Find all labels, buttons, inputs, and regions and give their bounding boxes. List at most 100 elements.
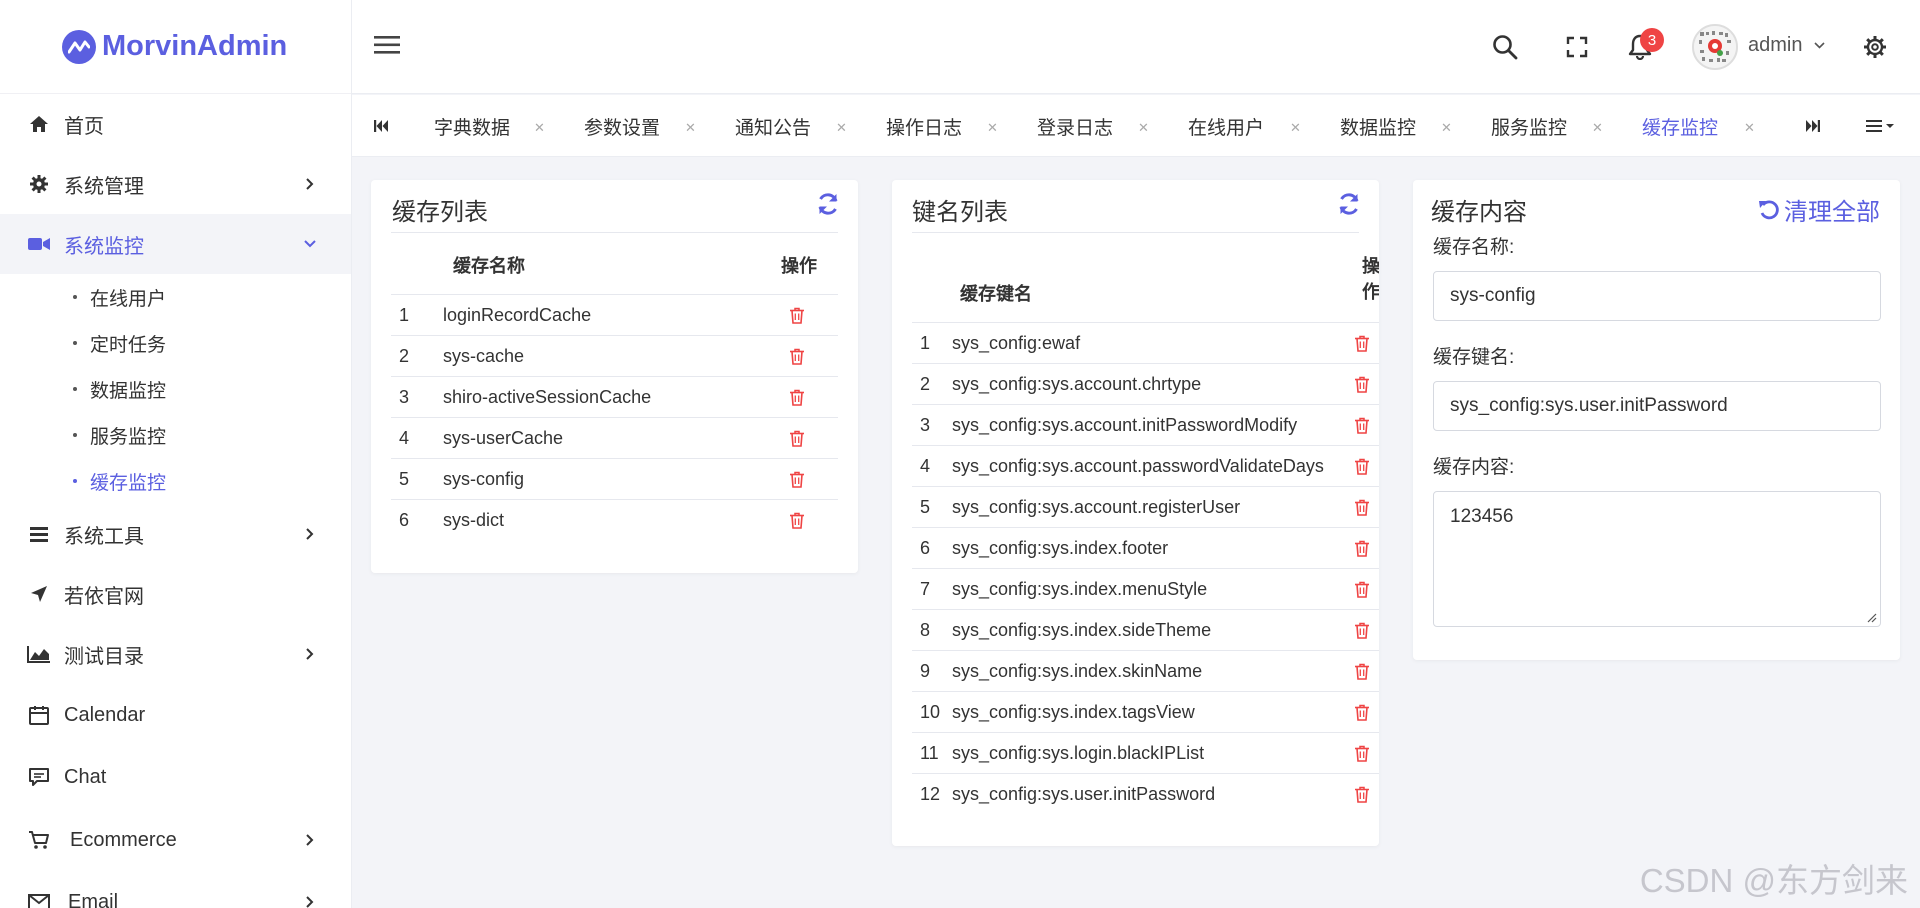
sidebar-item-ruoyi-website[interactable]: 若依官网: [0, 564, 351, 624]
delete-icon[interactable]: [1354, 335, 1370, 352]
tab-close-icon[interactable]: ✕: [534, 120, 545, 136]
tab-close-icon[interactable]: ✕: [1290, 120, 1301, 136]
tab-operation-log[interactable]: 操作日志: [886, 113, 962, 140]
delete-icon[interactable]: [1354, 745, 1370, 762]
sidebar-subitem-cache-monitor[interactable]: 缓存监控: [0, 458, 351, 504]
delete-icon[interactable]: [1354, 499, 1370, 516]
row-index: 7: [920, 578, 931, 599]
sidebar-item-home[interactable]: 首页: [0, 94, 351, 154]
table-row[interactable]: 7 sys_config:sys.index.menuStyle: [912, 568, 1379, 609]
refresh-icon[interactable]: [816, 192, 842, 218]
tab-close-icon[interactable]: ✕: [1441, 120, 1452, 136]
sidebar-item-system-management[interactable]: 系统管理: [0, 154, 351, 214]
clear-all-button[interactable]: 清理全部: [1758, 192, 1880, 227]
sidebar-item-email[interactable]: Email: [0, 872, 351, 908]
delete-icon[interactable]: [789, 389, 805, 406]
send-icon: [26, 581, 52, 607]
tab-close-icon[interactable]: ✕: [685, 120, 696, 136]
cart-icon: [26, 827, 52, 853]
delete-icon[interactable]: [1354, 376, 1370, 393]
tab-dict-data[interactable]: 字典数据: [434, 113, 510, 140]
table-row[interactable]: 1 loginRecordCache: [391, 294, 838, 335]
table-row[interactable]: 1 sys_config:ewaf: [912, 322, 1379, 363]
table-row[interactable]: 5 sys_config:sys.account.registerUser: [912, 486, 1379, 527]
delete-icon[interactable]: [789, 307, 805, 324]
key-name: sys_config:sys.index.skinName: [952, 660, 1203, 681]
tab-close-icon[interactable]: ✕: [1138, 120, 1149, 136]
tab-notices[interactable]: 通知公告: [735, 113, 811, 140]
tabs-menu-icon[interactable]: [1866, 119, 1898, 138]
table-row[interactable]: 8 sys_config:sys.index.sideTheme: [912, 609, 1379, 650]
delete-icon[interactable]: [1354, 540, 1370, 557]
tabs-scroll-first-icon[interactable]: [374, 119, 388, 137]
tab-close-icon[interactable]: ✕: [1744, 120, 1755, 136]
delete-icon[interactable]: [789, 430, 805, 447]
delete-icon[interactable]: [789, 471, 805, 488]
sidebar-item-chat[interactable]: Chat: [0, 746, 351, 808]
delete-icon[interactable]: [789, 512, 805, 529]
chevron-down-icon: [303, 237, 317, 251]
username[interactable]: admin: [1748, 34, 1825, 57]
table-row[interactable]: 4 sys-userCache: [391, 417, 838, 458]
tab-data-monitor[interactable]: 数据监控: [1340, 113, 1416, 140]
table-row[interactable]: 6 sys_config:sys.index.footer: [912, 527, 1379, 568]
avatar[interactable]: [1692, 24, 1738, 70]
tab-login-log[interactable]: 登录日志: [1037, 113, 1113, 140]
tab-close-icon[interactable]: ✕: [836, 120, 847, 136]
search-icon[interactable]: [1490, 32, 1520, 62]
table-row[interactable]: 6 sys-dict: [391, 499, 838, 540]
table-row[interactable]: 9 sys_config:sys.index.skinName: [912, 650, 1379, 691]
settings-gear-icon[interactable]: [1860, 32, 1890, 62]
cache-content-textarea[interactable]: 123456: [1433, 491, 1881, 627]
table-row[interactable]: 10 sys_config:sys.index.tagsView: [912, 691, 1379, 732]
sidebar-item-test-directory[interactable]: 测试目录: [0, 624, 351, 684]
cache-name-label: 缓存名称:: [1433, 237, 1515, 258]
table-row[interactable]: 11 sys_config:sys.login.blackIPList: [912, 732, 1379, 773]
sidebar-subitem-service-monitor[interactable]: 服务监控: [0, 412, 351, 458]
table-row[interactable]: 3 shiro-activeSessionCache: [391, 376, 838, 417]
sidebar-item-system-tools[interactable]: 系统工具: [0, 504, 351, 564]
tab-online-users[interactable]: 在线用户: [1188, 113, 1264, 140]
cache-list-card: 缓存列表 缓存名称 操作 1 loginRecordCache 2 sys-cach…: [371, 180, 858, 573]
delete-icon[interactable]: [1354, 417, 1370, 434]
tab-close-icon[interactable]: ✕: [987, 120, 998, 136]
delete-icon[interactable]: [1354, 704, 1370, 721]
refresh-icon[interactable]: [1337, 192, 1363, 218]
tab-cache-monitor[interactable]: 缓存监控: [1642, 113, 1718, 140]
sidebar-item-ecommerce[interactable]: Ecommerce: [0, 808, 351, 872]
tab-close-icon[interactable]: ✕: [1592, 120, 1603, 136]
table-row[interactable]: 2 sys-cache: [391, 335, 838, 376]
sidebar-item-label: Ecommerce: [70, 828, 177, 851]
tabs-scroll-last-icon[interactable]: [1806, 119, 1820, 137]
fullscreen-icon[interactable]: [1562, 32, 1592, 62]
delete-icon[interactable]: [1354, 458, 1370, 475]
table-row[interactable]: 12 sys_config:sys.user.initPassword: [912, 773, 1379, 814]
sidebar-subitem-data-monitor[interactable]: 数据监控: [0, 366, 351, 412]
delete-icon[interactable]: [1354, 581, 1370, 598]
sidebar-item-system-monitor[interactable]: 系统监控: [0, 214, 351, 274]
sidebar-subitem-label: 缓存监控: [90, 472, 167, 494]
sidebar-subitem-online-users[interactable]: 在线用户: [0, 274, 351, 320]
delete-icon[interactable]: [1354, 786, 1370, 803]
table-row[interactable]: 4 sys_config:sys.account.passwordValidate…: [912, 445, 1379, 486]
cache-key-input[interactable]: sys_config:sys.user.initPassword: [1433, 381, 1881, 431]
tab-service-monitor[interactable]: 服务监控: [1491, 113, 1567, 140]
cache-name-input[interactable]: sys-config: [1433, 271, 1881, 321]
table-row[interactable]: 2 sys_config:sys.account.chrtype: [912, 363, 1379, 404]
delete-icon[interactable]: [789, 348, 805, 365]
brand[interactable]: MorvinAdmin: [0, 0, 351, 94]
sidebar-item-label: 系统管理: [64, 175, 144, 198]
sidebar-item-calendar[interactable]: Calendar: [0, 684, 351, 746]
menu-toggle-icon[interactable]: [374, 34, 400, 58]
row-index: 11: [920, 742, 939, 763]
tabs-bar: 字典数据 ✕ 参数设置 ✕ 通知公告 ✕ 操作日志 ✕ 登录日志 ✕ 在线用户 …: [352, 95, 1920, 157]
resize-handle-icon[interactable]: [1865, 611, 1877, 623]
row-index: 1: [920, 332, 931, 353]
tab-param-settings[interactable]: 参数设置: [584, 113, 660, 140]
key-name: sys_config:sys.index.tagsView: [952, 701, 1195, 722]
sidebar-subitem-scheduled-tasks[interactable]: 定时任务: [0, 320, 351, 366]
table-row[interactable]: 5 sys-config: [391, 458, 838, 499]
delete-icon[interactable]: [1354, 663, 1370, 680]
delete-icon[interactable]: [1354, 622, 1370, 639]
table-row[interactable]: 3 sys_config:sys.account.initPasswordModi…: [912, 404, 1379, 445]
